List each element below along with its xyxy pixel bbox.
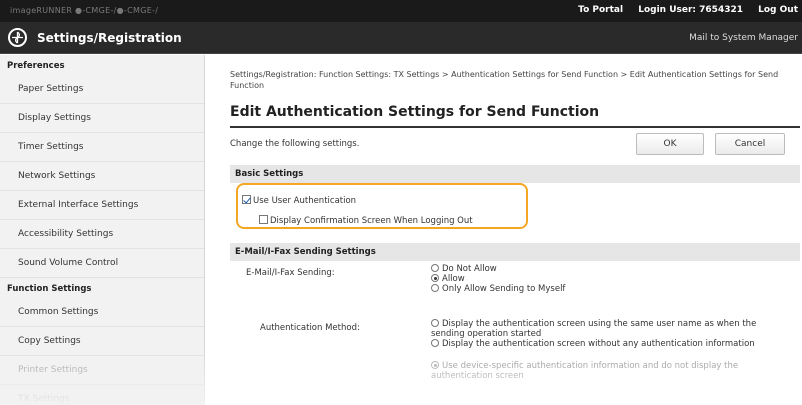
login-user-text: Login User: 7654321 <box>638 5 743 15</box>
instruction-text: Change the following settings. <box>230 139 360 149</box>
section-header-email-ifax: E-Mail/I-Fax Sending Settings <box>230 243 800 261</box>
checkbox-checked-icon[interactable] <box>242 195 251 204</box>
header-title: Settings/Registration <box>37 31 182 45</box>
sidebar-group-preferences: Preferences <box>7 61 65 71</box>
radio-label: Allow <box>442 274 465 284</box>
use-user-authentication-checkbox[interactable]: Use User Authentication <box>242 195 356 206</box>
sidebar-item-accessibility-settings[interactable]: Accessibility Settings <box>0 220 204 249</box>
sidebar-item-display-settings[interactable]: Display Settings <box>0 104 204 133</box>
sidebar-item-common-settings[interactable]: Common Settings <box>0 298 204 327</box>
radio-label: Do Not Allow <box>442 264 497 274</box>
top-bar-links: To Portal Login User: 7654321 Log Out <box>566 5 798 15</box>
email-ifax-sending-label: E-Mail/I-Fax Sending: <box>246 268 335 278</box>
mail-to-system-manager-link[interactable]: Mail to System Manager <box>689 33 798 43</box>
sidebar-item-paper-settings[interactable]: Paper Settings <box>0 75 204 104</box>
radio-selected-icon[interactable] <box>431 361 439 369</box>
cancel-button[interactable]: Cancel <box>715 133 785 155</box>
page-title: Edit Authentication Settings for Send Fu… <box>230 104 600 120</box>
to-portal-link[interactable]: To Portal <box>578 5 623 15</box>
radio-unselected-icon[interactable] <box>431 319 439 327</box>
display-confirmation-screen-label: Display Confirmation Screen When Logging… <box>270 216 473 226</box>
device-name: imageRUNNER ●-CMGE-/●-CMGE-/ <box>10 6 159 15</box>
use-user-authentication-label: Use User Authentication <box>253 196 357 206</box>
logout-link[interactable]: Log Out <box>758 5 798 15</box>
sidebar-item-printer-settings[interactable]: Printer Settings <box>0 356 204 385</box>
breadcrumb-link[interactable]: Settings/Registration: Function Settings… <box>230 70 778 90</box>
header-bar: Settings/Registration Mail to System Man… <box>0 22 802 54</box>
main-content: Settings/Registration: Function Settings… <box>206 55 802 405</box>
radio-selected-icon[interactable] <box>431 274 439 282</box>
display-confirmation-screen-checkbox[interactable]: Display Confirmation Screen When Logging… <box>259 215 473 226</box>
sidebar-item-network-settings[interactable]: Network Settings <box>0 162 204 191</box>
sidebar-group-function-settings: Function Settings <box>7 284 92 294</box>
sidebar-item-external-interface-settings[interactable]: External Interface Settings <box>0 191 204 220</box>
sidebar-item-tx-settings[interactable]: TX Settings <box>0 385 204 405</box>
radio-label: Use device-specific authentication infor… <box>431 361 739 381</box>
ok-button[interactable]: OK <box>636 133 704 155</box>
section-header-basic-settings: Basic Settings <box>230 165 800 183</box>
sidebar-item-copy-settings[interactable]: Copy Settings <box>0 327 204 356</box>
radio-do-not-allow[interactable]: Do Not Allow <box>431 264 497 274</box>
settings-registration-icon <box>8 28 27 47</box>
authentication-method-label: Authentication Method: <box>260 323 360 333</box>
radio-auth-device-specific[interactable]: Use device-specific authentication infor… <box>431 361 776 381</box>
radio-auth-without-info[interactable]: Display the authentication screen withou… <box>431 339 776 349</box>
radio-label: Only Allow Sending to Myself <box>442 284 566 294</box>
breadcrumb: Settings/Registration: Function Settings… <box>230 69 780 91</box>
top-bar: imageRUNNER ●-CMGE-/●-CMGE-/ To Portal L… <box>0 0 802 22</box>
checkbox-unchecked-icon[interactable] <box>259 215 268 224</box>
radio-auth-same-user-name[interactable]: Display the authentication screen using … <box>431 319 776 339</box>
radio-allow[interactable]: Allow <box>431 274 465 284</box>
sidebar-item-sound-volume-control[interactable]: Sound Volume Control <box>0 249 204 278</box>
radio-unselected-icon[interactable] <box>431 264 439 272</box>
title-divider <box>230 126 800 128</box>
radio-unselected-icon[interactable] <box>431 339 439 347</box>
radio-label: Display the authentication screen using … <box>431 319 757 339</box>
radio-only-allow-sending-to-myself[interactable]: Only Allow Sending to Myself <box>431 284 565 294</box>
radio-label: Display the authentication screen withou… <box>442 339 755 349</box>
radio-unselected-icon[interactable] <box>431 284 439 292</box>
sidebar: Preferences Paper Settings Display Setti… <box>0 55 205 405</box>
sidebar-item-timer-settings[interactable]: Timer Settings <box>0 133 204 162</box>
